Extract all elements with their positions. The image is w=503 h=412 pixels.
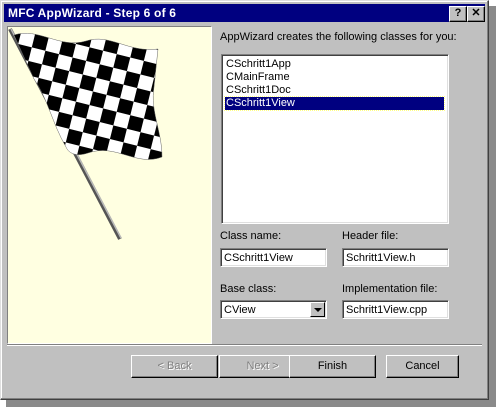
checkered-flag-icon [8,28,163,240]
implementation-file-label: Implementation file: [342,283,438,295]
list-item[interactable]: CMainFrame [225,71,444,84]
close-button[interactable]: ✕ [467,6,485,22]
classes-listbox[interactable]: CSchritt1App CMainFrame CSchritt1Doc CSc… [221,54,449,224]
list-item-selected[interactable]: CSchritt1View [224,96,445,111]
appwizard-dialog: MFC AppWizard - Step 6 of 6 ? ✕ AppWizar… [0,0,489,400]
base-class-label: Base class: [220,283,277,295]
title-bar[interactable]: MFC AppWizard - Step 6 of 6 ? ✕ [4,4,485,22]
window-shadow-bottom [6,399,496,407]
class-name-label: Class name: [220,230,282,242]
list-item[interactable]: CSchritt1App [225,58,444,71]
help-button[interactable]: ? [449,6,467,22]
separator [7,344,482,346]
classes-intro-label: AppWizard creates the following classes … [220,31,457,43]
base-class-value: CView [224,304,256,316]
back-button[interactable]: < Back [131,355,218,378]
base-class-dropdown[interactable]: CView [220,300,327,319]
window-shadow-right [488,6,496,400]
implementation-file-field[interactable]: Schritt1View.cpp [342,300,449,319]
cancel-button[interactable]: Cancel [386,355,459,378]
list-item[interactable]: CSchritt1Doc [225,84,444,97]
window-title: MFC AppWizard - Step 6 of 6 [8,6,177,20]
header-file-label: Header file: [342,230,399,242]
chevron-down-icon[interactable] [310,302,325,317]
class-name-field[interactable]: CSchritt1View [220,248,327,267]
finish-button[interactable]: Finish [289,355,376,378]
header-file-field[interactable]: Schritt1View.h [342,248,449,267]
wizard-image-panel [7,26,212,344]
